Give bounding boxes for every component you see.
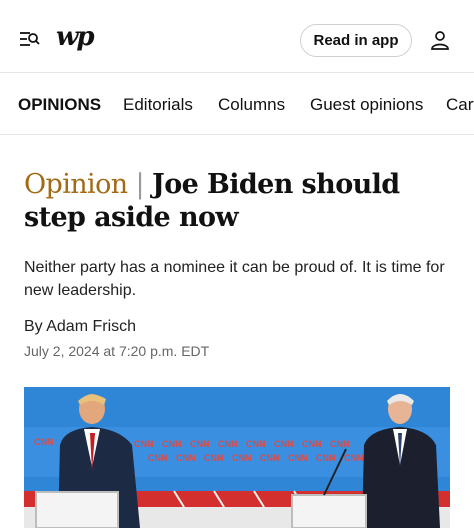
nav-item-columns[interactable]: Columns	[218, 95, 285, 115]
menu-search-icon[interactable]	[18, 28, 40, 50]
backdrop-cnn-label: CNN	[204, 453, 224, 463]
backdrop-cnn-label: CNN	[288, 453, 308, 463]
backdrop-cnn-label: CNN	[176, 453, 196, 463]
article-dek: Neither party has a nominee it can be pr…	[24, 259, 445, 299]
backdrop-cnn-label: CNN	[218, 439, 238, 449]
nav-item-guest-opinions[interactable]: Guest opinions	[310, 95, 423, 115]
account-icon[interactable]	[430, 30, 450, 50]
backdrop-cnn-label: CNN	[34, 437, 54, 447]
nav-item-editorials[interactable]: Editorials	[123, 95, 193, 115]
backdrop-cnn-label: CNN	[162, 439, 182, 449]
backdrop-cnn-label: CNN	[246, 439, 266, 449]
opinion-kicker[interactable]: Opinion	[24, 169, 128, 200]
backdrop-cnn-label: CNN	[260, 453, 280, 463]
byline: By Adam Frisch	[24, 318, 136, 336]
kicker-separator: |	[135, 169, 145, 200]
backdrop-cnn-label: CNN	[344, 453, 364, 463]
section-nav: OPINIONS Editorials Columns Guest opinio…	[0, 73, 474, 135]
publish-timestamp: July 2, 2024 at 7:20 p.m. EDT	[24, 343, 210, 359]
author-link[interactable]: Adam Frisch	[46, 318, 136, 335]
backdrop-cnn-label: CNN	[274, 439, 294, 449]
backdrop-cnn-label: CNN	[134, 439, 154, 449]
lead-photo[interactable]: CNN CNN CNN CNN CNN CNN CNN CNN CNN CNN …	[24, 387, 450, 528]
backdrop-cnn-label: CNN	[148, 453, 168, 463]
backdrop-cnn-label: CNN	[316, 453, 336, 463]
article-headline: Opinion | Joe Biden should step aside now	[24, 168, 454, 234]
debate-stage-illustration: CNN CNN CNN CNN CNN CNN CNN CNN CNN CNN …	[24, 387, 450, 528]
read-in-app-button[interactable]: Read in app	[300, 24, 412, 57]
byline-prefix: By	[24, 318, 43, 335]
backdrop-cnn-label: CNN	[190, 439, 210, 449]
backdrop-cnn-label: CNN	[232, 453, 252, 463]
backdrop-cnn-label: CNN	[302, 439, 322, 449]
top-header: wp Read in app	[0, 0, 474, 73]
backdrop-cnn-label: CNN	[330, 439, 350, 449]
washington-post-logo[interactable]: wp	[56, 22, 95, 52]
nav-item-cartoons[interactable]: Cart	[446, 95, 474, 115]
nav-item-opinions[interactable]: OPINIONS	[18, 95, 101, 115]
